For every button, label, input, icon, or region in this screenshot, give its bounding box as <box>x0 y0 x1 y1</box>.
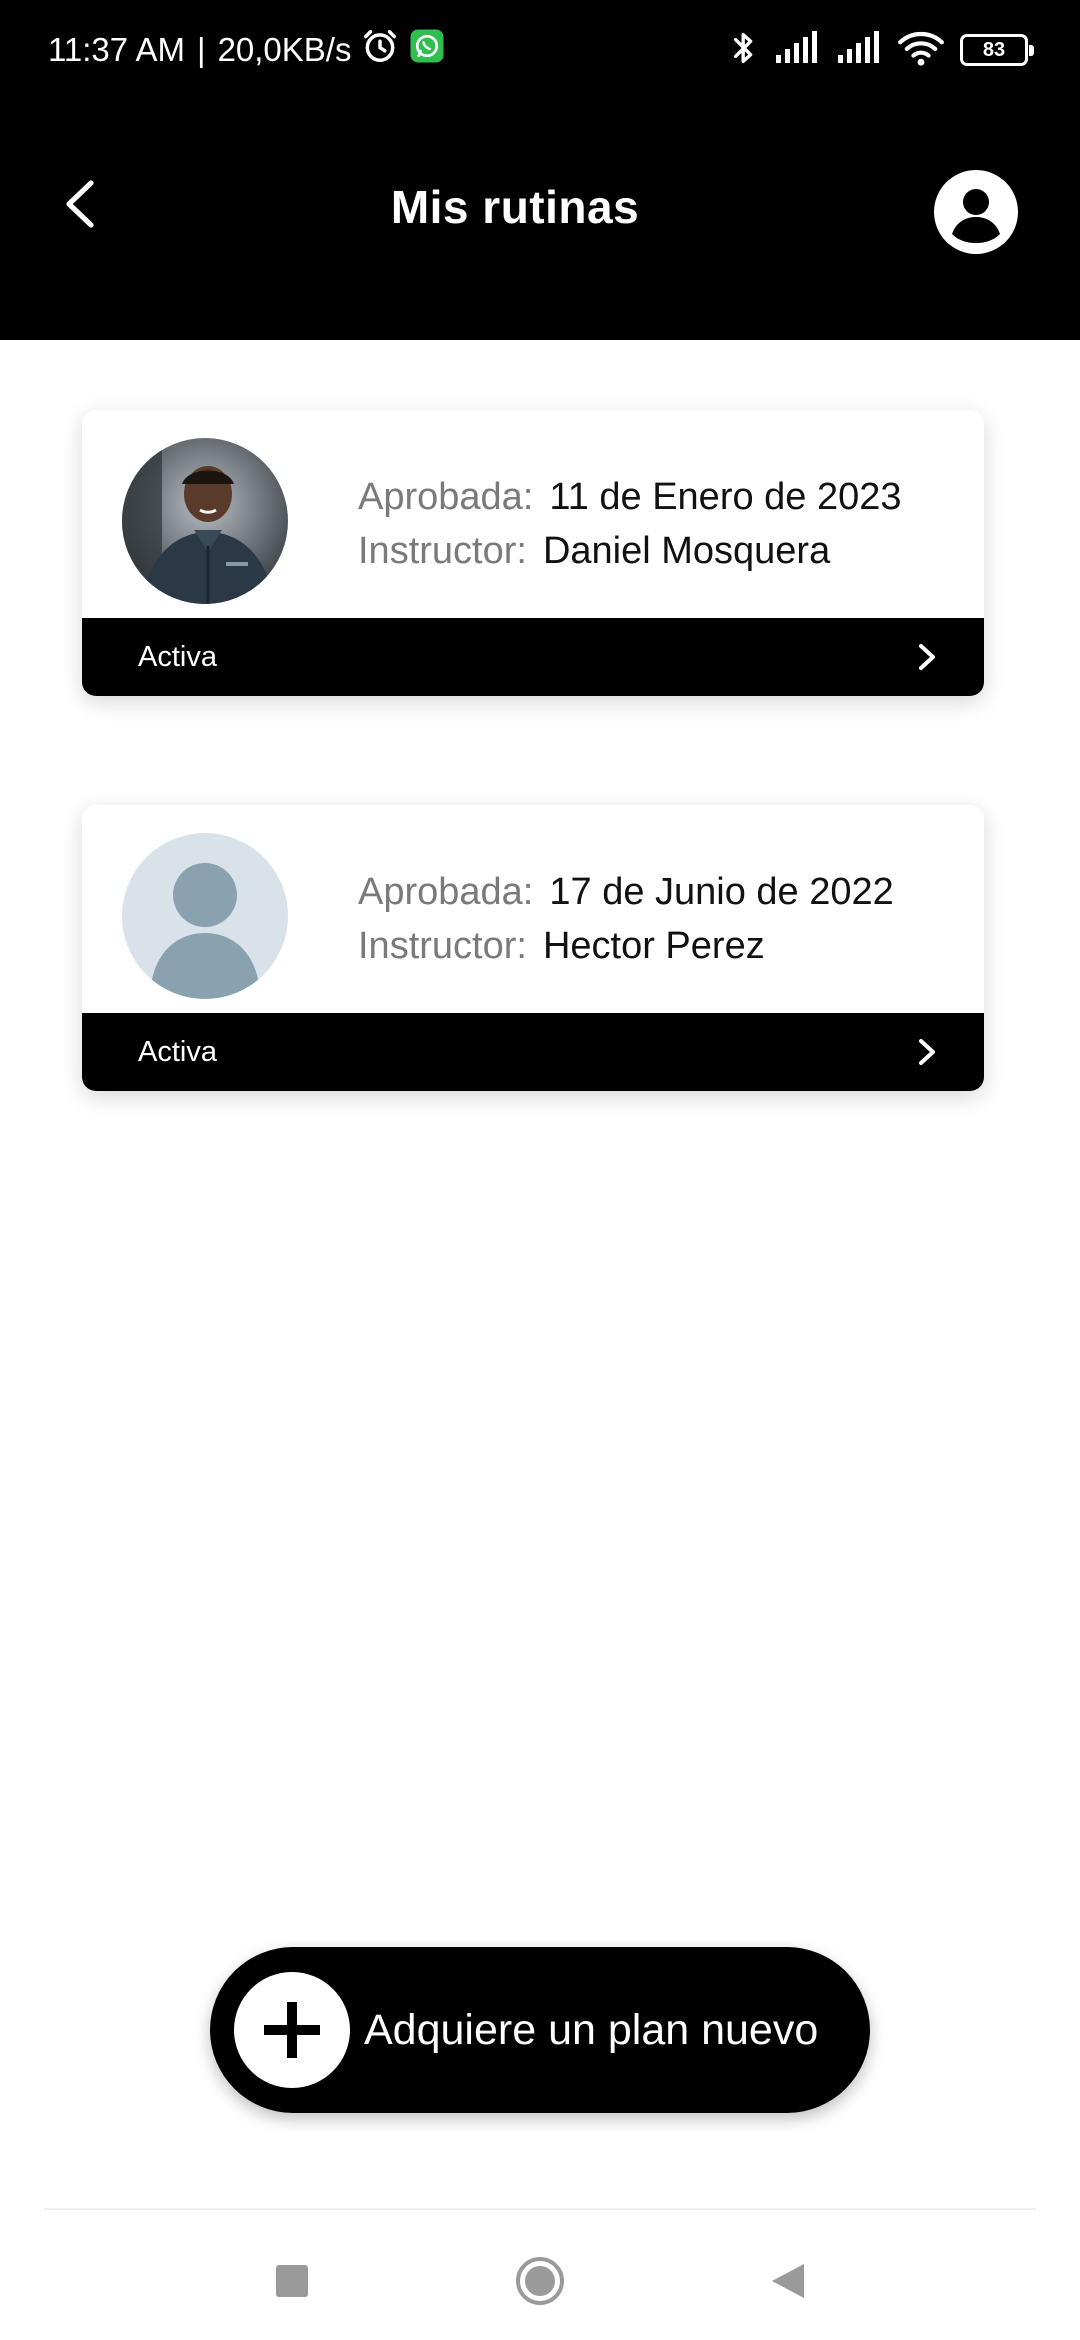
instructor-photo <box>122 438 288 604</box>
new-plan-label: Adquiere un plan nuevo <box>364 2005 819 2054</box>
approved-date: 11 de Enero de 2023 <box>549 476 902 518</box>
approved-label: Aprobada: <box>358 476 534 518</box>
chevron-right-icon <box>912 1037 942 1067</box>
signal-icon <box>836 30 882 70</box>
approved-row: Aprobada: 17 de Junio de 2022 <box>358 865 894 919</box>
battery-icon: 83 <box>960 34 1034 66</box>
home-button[interactable] <box>510 2253 570 2313</box>
system-nav-bar <box>0 2210 1080 2340</box>
routine-status: Activa <box>138 640 217 673</box>
routine-card[interactable]: Aprobada: 11 de Enero de 2023 Instructor… <box>82 410 984 696</box>
bluetooth-icon <box>730 28 758 73</box>
plus-icon <box>234 1972 350 2088</box>
routine-status-bar[interactable]: Activa <box>82 618 984 696</box>
square-icon <box>275 2264 309 2303</box>
status-bar: 11:37 AM | 20,0KB/s 83 <box>0 0 1080 100</box>
approved-row: Aprobada: 11 de Enero de 2023 <box>358 470 902 524</box>
instructor-name: Hector Perez <box>542 925 765 967</box>
status-right: 83 <box>730 26 1034 74</box>
instructor-row: Instructor: Hector Perez <box>358 919 894 973</box>
instructor-label: Instructor: <box>358 530 527 572</box>
profile-button[interactable] <box>934 170 1018 254</box>
new-plan-button[interactable]: Adquiere un plan nuevo <box>210 1947 870 2113</box>
default-avatar-icon <box>122 833 288 999</box>
signal-icon <box>774 30 820 70</box>
whatsapp-icon <box>409 28 445 72</box>
routine-status-bar[interactable]: Activa <box>82 1013 984 1091</box>
chevron-right-icon <box>912 642 942 672</box>
status-time: 11:37 AM <box>48 31 185 68</box>
instructor-label: Instructor: <box>358 925 527 967</box>
network-speed: 20,0KB/s <box>217 31 352 68</box>
battery-level: 83 <box>982 38 1006 61</box>
routine-status: Activa <box>138 1035 217 1068</box>
nav-back-button[interactable] <box>758 2253 818 2313</box>
status-separator: | <box>196 31 206 68</box>
circle-icon <box>514 2255 566 2312</box>
routine-card[interactable]: Aprobada: 17 de Junio de 2022 Instructor… <box>82 805 984 1091</box>
approved-date: 17 de Junio de 2022 <box>549 871 894 913</box>
app-bar: Mis rutinas <box>0 100 1080 340</box>
approved-label: Aprobada: <box>358 871 534 913</box>
status-left: 11:37 AM | 20,0KB/s <box>48 28 445 72</box>
routine-info: Aprobada: 11 de Enero de 2023 Instructor… <box>358 470 902 578</box>
instructor-row: Instructor: Daniel Mosquera <box>358 524 902 578</box>
recent-apps-button[interactable] <box>262 2253 322 2313</box>
instructor-name: Daniel Mosquera <box>542 530 831 572</box>
wifi-icon <box>898 30 944 71</box>
page-title: Mis rutinas <box>390 181 640 233</box>
routine-info: Aprobada: 17 de Junio de 2022 Instructor… <box>358 865 894 973</box>
alarm-icon <box>361 27 399 73</box>
triangle-back-icon <box>770 2262 806 2305</box>
account-circle-icon <box>934 170 1018 258</box>
top-header: 11:37 AM | 20,0KB/s 83 Mis rutinas <box>0 0 1080 340</box>
